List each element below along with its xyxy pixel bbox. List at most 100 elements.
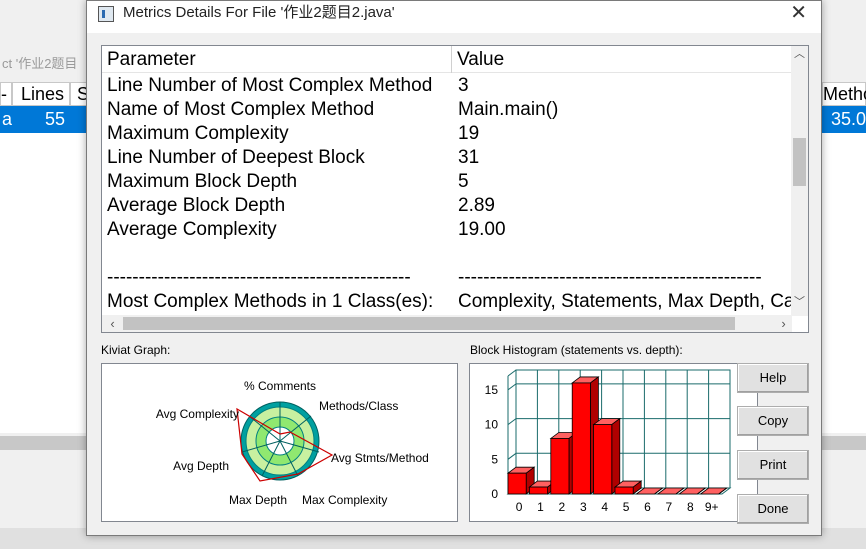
kiviat-axis-label: Max Depth: [229, 493, 287, 507]
background-list-area: [0, 133, 90, 433]
value-cell: 31: [458, 147, 480, 168]
vertical-scroll-thumb[interactable]: [793, 138, 806, 186]
histogram-bar: [571, 382, 591, 495]
table-row[interactable]: ----------------------------------------…: [102, 266, 792, 290]
background-list-area-right: [822, 133, 866, 433]
table-row[interactable]: Most Complex Methods in 1 Class(es): Com…: [102, 290, 792, 312]
kiviat-axis-label: Avg Stmts/Method: [331, 451, 429, 465]
value-cell: Complexity, Statements, Max Depth, Ca: [458, 291, 792, 312]
metrics-table[interactable]: Parameter Value Line Number of Most Comp…: [101, 45, 809, 333]
scroll-right-icon[interactable]: ›: [775, 315, 792, 332]
kiviat-graph: % Comments Methods/Class Avg Stmts/Metho…: [101, 363, 458, 522]
app-icon: [98, 6, 114, 22]
background-column-fragment: -: [1, 84, 7, 104]
histogram-x-tick-label: 0: [516, 500, 523, 514]
kiviat-axis-label: % Comments: [244, 379, 316, 393]
background-scrollbar[interactable]: [0, 436, 90, 450]
histogram-grid-line: [507, 383, 517, 391]
value-cell: Main.main(): [458, 99, 559, 120]
histogram-y-tick-label: 0: [491, 487, 498, 501]
background-row-lines-cell: 55: [45, 109, 66, 129]
table-row[interactable]: Line Number of Most Complex Method 3: [102, 74, 792, 98]
parameter-cell: ----------------------------------------…: [107, 267, 411, 288]
copy-button[interactable]: Copy: [737, 406, 809, 436]
kiviat-axis-label: Avg Complexity: [156, 407, 239, 421]
kiviat-axis-label: Avg Depth: [173, 459, 229, 473]
histogram-grid-line: [507, 452, 517, 460]
background-row-cell: 35.0: [831, 109, 866, 129]
scroll-left-icon[interactable]: ‹: [104, 315, 121, 332]
column-header-value[interactable]: Value: [452, 46, 792, 73]
histogram-x-tick-label: 8: [687, 500, 694, 514]
background-selected-row[interactable]: a 55: [0, 106, 90, 133]
parameter-cell: Average Complexity: [107, 219, 277, 240]
parameter-cell: Name of Most Complex Method: [107, 99, 375, 120]
value-cell: 19: [458, 123, 480, 144]
help-button[interactable]: Help: [737, 363, 809, 393]
value-cell: 3: [458, 75, 469, 96]
background-window-title: ct '作业2题目: [0, 52, 90, 76]
horizontal-scroll-thumb[interactable]: [123, 317, 735, 330]
done-button[interactable]: Done: [737, 494, 809, 524]
histogram-x-tick-label: 1: [537, 500, 544, 514]
kiviat-graph-svg: % Comments Methods/Class Avg Stmts/Metho…: [156, 379, 429, 507]
histogram-x-tick-label: 5: [623, 500, 630, 514]
background-scrollbar-right[interactable]: [822, 436, 866, 450]
histogram-bar: [593, 424, 613, 495]
histogram-bar: [550, 438, 570, 495]
kiviat-graph-label: Kiviat Graph:: [101, 343, 171, 357]
column-header-parameter[interactable]: Parameter: [102, 46, 451, 73]
table-row[interactable]: [102, 242, 792, 266]
histogram-bar-side: [611, 417, 621, 495]
kiviat-axis-label: Max Complexity: [302, 493, 387, 507]
histogram-bar: [507, 472, 527, 495]
vertical-scrollbar[interactable]: ︿ ﹀: [791, 46, 808, 316]
table-row[interactable]: Maximum Complexity 19: [102, 122, 792, 146]
kiviat-axis-label: Methods/Class: [319, 399, 398, 413]
histogram-grid-line: [507, 418, 517, 425]
histogram-x-tick-label: 9+: [705, 500, 719, 514]
block-histogram: 0 5 10 15 0 1 2 3 4 5 6 7 8 9+: [469, 363, 758, 522]
background-column-header[interactable]: -: [0, 82, 12, 106]
value-cell: 2.89: [458, 195, 495, 216]
table-row[interactable]: Line Number of Deepest Block 31: [102, 146, 792, 170]
parameter-cell: Average Block Depth: [107, 195, 286, 216]
scroll-up-icon[interactable]: ︿: [791, 46, 808, 63]
value-cell: 19.00: [458, 219, 506, 240]
dialog-title: Metrics Details For File '作业2题目2.java': [123, 4, 395, 21]
dialog-titlebar[interactable]: Metrics Details For File '作业2题目2.java' ✕: [87, 1, 821, 33]
table-rows: Line Number of Most Complex Method 3 Nam…: [102, 74, 792, 312]
histogram-bar: [529, 486, 548, 495]
parameter-cell: Line Number of Most Complex Method: [107, 75, 433, 96]
table-row[interactable]: Maximum Block Depth 5: [102, 170, 792, 194]
histogram-x-tick-label: 2: [559, 500, 566, 514]
background-column-label: Metho: [823, 84, 866, 104]
parameter-cell: Line Number of Deepest Block: [107, 147, 365, 168]
print-button[interactable]: Print: [737, 450, 809, 480]
background-column-lines[interactable]: Lines: [12, 82, 70, 106]
block-histogram-svg: 0510150 1 2 3 4 5 6 7 8 9+: [485, 369, 732, 514]
horizontal-scrollbar[interactable]: ‹ ›: [102, 315, 792, 332]
histogram-y-tick-label: 10: [485, 418, 499, 432]
parameter-cell: Most Complex Methods in 1 Class(es):: [107, 291, 434, 312]
close-icon[interactable]: ✕: [790, 3, 807, 23]
background-selected-row-right[interactable]: 35.0: [822, 106, 866, 133]
block-histogram-label: Block Histogram (statements vs. depth):: [470, 343, 683, 357]
table-row[interactable]: Average Block Depth 2.89: [102, 194, 792, 218]
table-row[interactable]: Name of Most Complex Method Main.main(): [102, 98, 792, 122]
value-cell: 5: [458, 171, 469, 192]
value-cell: ----------------------------------------…: [458, 267, 762, 288]
background-row-cell: a: [2, 109, 13, 129]
histogram-x-tick-label: 4: [601, 500, 608, 514]
histogram-y-tick-label: 15: [485, 383, 499, 397]
parameter-cell: Maximum Complexity: [107, 123, 289, 144]
histogram-x-tick-label: 6: [644, 500, 651, 514]
histogram-x-tick-label: 7: [666, 500, 673, 514]
metrics-details-dialog: Metrics Details For File '作业2题目2.java' ✕…: [86, 0, 822, 536]
table-row[interactable]: Average Complexity 19.00: [102, 218, 792, 242]
background-column-methods[interactable]: Metho: [822, 82, 866, 106]
scroll-down-icon[interactable]: ﹀: [791, 294, 808, 311]
background-column-label: Lines: [21, 84, 65, 104]
parameter-cell: Maximum Block Depth: [107, 171, 298, 192]
histogram-y-tick-label: 5: [491, 452, 498, 466]
